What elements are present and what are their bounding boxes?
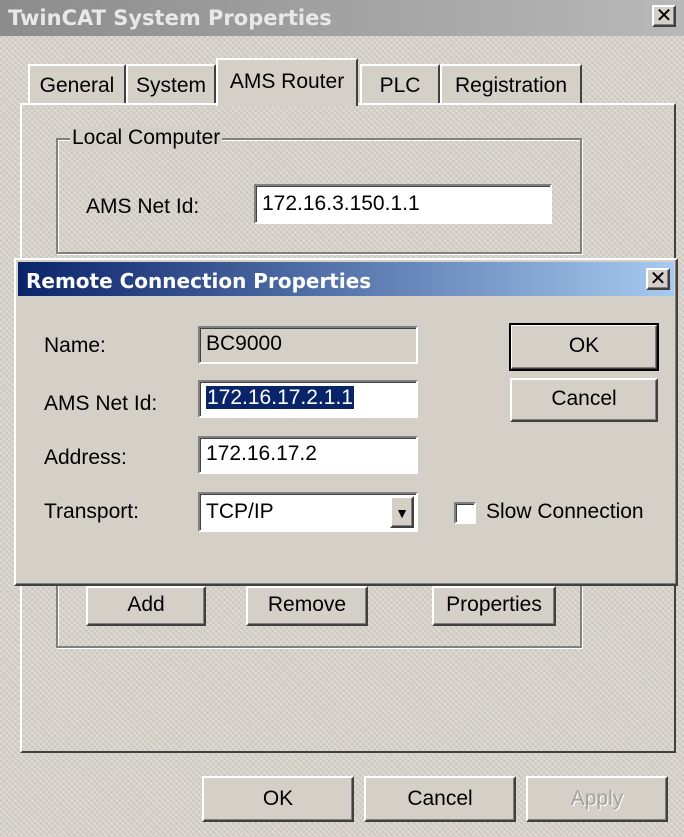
main-close-button[interactable]: ✕ [652,5,676,27]
remote-ok-button[interactable]: OK [509,323,659,371]
tab-registration-label: Registration [454,74,568,97]
main-apply-button[interactable]: Apply [526,776,668,822]
ams-net-id-value: 172.16.17.2.1.1 [206,386,354,409]
tab-general-label: General [39,74,115,97]
add-route-button[interactable]: Add [86,586,206,626]
address-field[interactable]: 172.16.17.2 [198,436,418,474]
remove-route-label: Remove [267,593,347,616]
tab-registration[interactable]: Registration [440,64,582,104]
remote-dialog-titlebar: Remote Connection Properties [18,262,674,296]
main-ok-label: OK [262,787,294,810]
close-icon: ✕ [649,266,667,290]
name-value: BC9000 [206,332,282,355]
name-label: Name: [44,334,106,357]
remote-cancel-label: Cancel [551,387,617,410]
main-window-title: TwinCAT System Properties [8,6,332,30]
local-ams-net-id-field[interactable]: 172.16.3.150.1.1 [254,184,552,224]
tab-system[interactable]: System [126,64,216,104]
local-ams-net-id-label: AMS Net Id: [86,195,200,218]
close-icon: ✕ [655,3,673,27]
slow-connection-checkbox[interactable] [454,502,476,524]
address-label: Address: [44,446,127,469]
main-cancel-label: Cancel [407,787,473,810]
transport-select[interactable]: TCP/IP [198,492,418,532]
route-properties-button[interactable]: Properties [432,586,556,626]
tab-ams-router-label: AMS Router [229,70,345,93]
address-value: 172.16.17.2 [206,442,317,465]
remote-dialog-title: Remote Connection Properties [26,269,372,293]
ams-net-id-label: AMS Net Id: [44,392,158,415]
slow-connection-label[interactable]: Slow Connection [486,500,644,524]
remove-route-button[interactable]: Remove [246,586,368,626]
main-cancel-button[interactable]: Cancel [364,776,516,822]
tab-plc-label: PLC [379,74,421,97]
tab-system-label: System [135,74,206,97]
remote-connection-dialog: Remote Connection Properties ✕ Name: BC9… [14,258,678,586]
name-field[interactable]: BC9000 [198,326,418,364]
remote-cancel-button[interactable]: Cancel [510,378,658,422]
local-ams-net-id-value: 172.16.3.150.1.1 [262,192,420,215]
transport-dropdown-button[interactable]: ▼ [390,496,414,528]
transport-label: Transport: [44,500,139,523]
main-window-titlebar: TwinCAT System Properties [0,0,684,36]
tab-general[interactable]: General [28,64,126,104]
local-computer-group-label: Local Computer [70,126,223,150]
tab-plc[interactable]: PLC [360,64,440,104]
remote-ok-label: OK [568,334,600,357]
add-route-label: Add [127,593,165,616]
ams-net-id-field[interactable]: 172.16.17.2.1.1 [198,380,418,418]
main-apply-label: Apply [570,787,624,810]
main-ok-button[interactable]: OK [202,776,354,822]
tab-ams-router[interactable]: AMS Router [216,58,358,106]
remote-close-button[interactable]: ✕ [646,268,670,290]
chevron-down-icon: ▼ [395,505,409,521]
transport-value: TCP/IP [206,500,274,523]
route-properties-label: Properties [446,593,542,616]
